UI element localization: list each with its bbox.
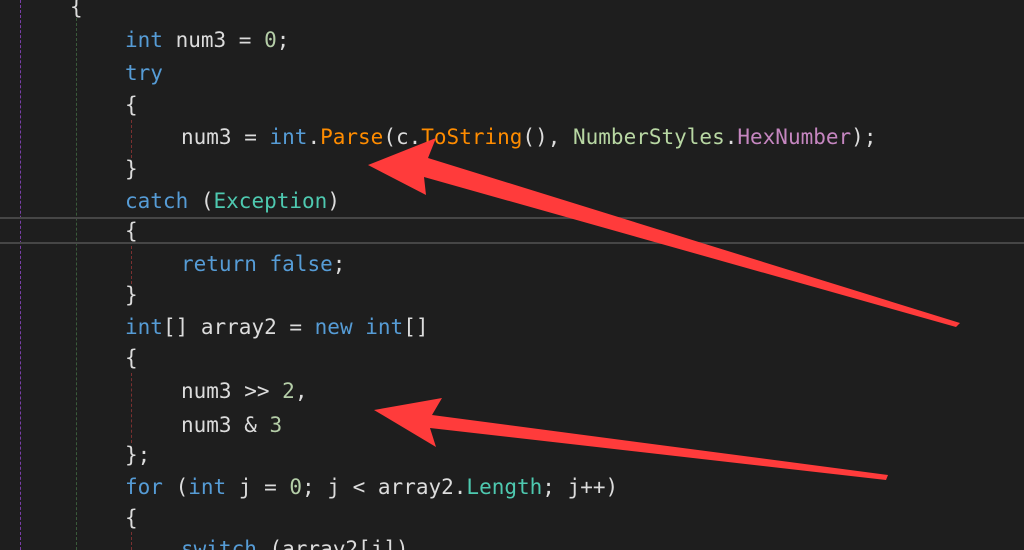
red-arrow-2 [374,398,888,480]
code-editor[interactable]: { int num3 = 0; try { num3 = int.Parse(c… [0,0,1024,550]
red-arrow-1 [368,138,960,327]
annotation-overlay [368,138,960,480]
